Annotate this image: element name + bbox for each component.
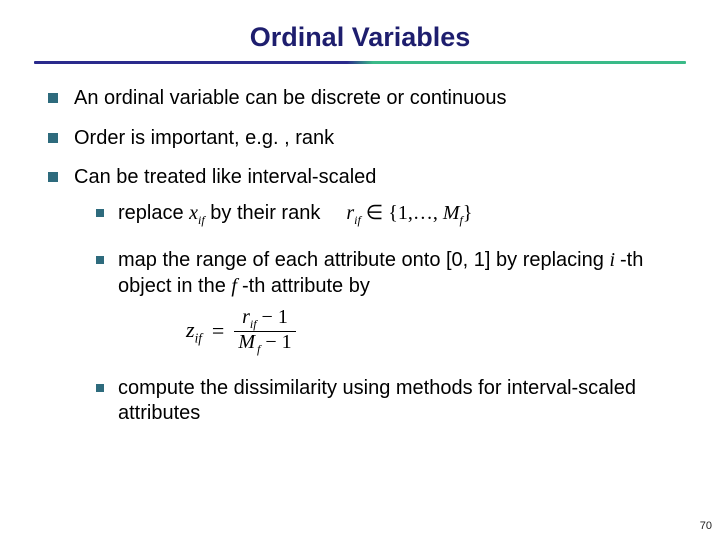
text-fragment: map the range of each attribute onto [0,…: [118, 249, 609, 271]
sub1-row: replace xif by their rank rif ∈ {1,…, Mf…: [118, 201, 680, 228]
fraction: rif − 1 Mf − 1: [234, 307, 295, 355]
var-f: f: [231, 275, 242, 297]
sub-bullet-item: replace xif by their rank rif ∈ {1,…, Mf…: [96, 201, 680, 228]
text-fragment: x: [189, 202, 198, 224]
sub-bullet-text: map the range of each attribute onto [0,…: [118, 249, 643, 297]
sub-bullet-item: compute the dissimilarity using methods …: [96, 376, 680, 427]
slide-title: Ordinal Variables: [0, 0, 720, 61]
page-number: 70: [700, 520, 712, 532]
subscript: if: [250, 317, 257, 331]
bullet-item: An ordinal variable can be discrete or c…: [48, 86, 680, 112]
var-i: i: [609, 249, 620, 271]
sub-bullet-text: replace xif by their rank: [118, 201, 320, 228]
title-divider: [34, 61, 686, 64]
text-fragment: replace: [118, 202, 189, 224]
text-fragment: M: [238, 331, 255, 353]
sub-bullet-item: map the range of each attribute onto [0,…: [96, 248, 680, 355]
text-fragment: − 1: [260, 331, 291, 353]
bullet-text: Can be treated like interval-scaled: [74, 166, 376, 188]
text-fragment: r: [242, 306, 250, 328]
text-fragment: ∈ {1,…,: [361, 202, 443, 224]
sub-bullet-text: compute the dissimilarity using methods …: [118, 377, 636, 425]
equals-sign: =: [212, 317, 224, 345]
text-fragment: -th attribute by: [242, 275, 370, 297]
bullet-text: Order is important, e.g. , rank: [74, 127, 334, 149]
text-fragment: − 1: [257, 306, 288, 328]
text-fragment: z: [186, 317, 195, 342]
slide: Ordinal Variables An ordinal variable ca…: [0, 0, 720, 540]
rank-domain-formula: rif ∈ {1,…, Mf}: [346, 201, 472, 228]
subscript: if: [195, 330, 202, 345]
text-fragment: r: [346, 202, 354, 224]
text-fragment: M: [443, 202, 460, 224]
subscript: if: [198, 213, 205, 227]
subscript: if: [354, 213, 361, 227]
text-fragment: }: [463, 202, 473, 224]
bullet-item: Can be treated like interval-scaled repl…: [48, 165, 680, 427]
fraction-numerator: rif − 1: [238, 307, 292, 331]
text-fragment: by their rank: [205, 202, 321, 224]
z-formula: zif = rif − 1 Mf − 1: [186, 307, 680, 355]
formula-lhs: zif: [186, 316, 202, 347]
fraction-denominator: Mf − 1: [234, 332, 295, 356]
bullet-text: An ordinal variable can be discrete or c…: [74, 87, 506, 109]
var-xif: xif: [189, 202, 205, 224]
sub-bullet-list: replace xif by their rank rif ∈ {1,…, Mf…: [74, 201, 680, 427]
slide-content: An ordinal variable can be discrete or c…: [0, 78, 720, 427]
bullet-item: Order is important, e.g. , rank: [48, 126, 680, 152]
bullet-list: An ordinal variable can be discrete or c…: [48, 86, 680, 427]
